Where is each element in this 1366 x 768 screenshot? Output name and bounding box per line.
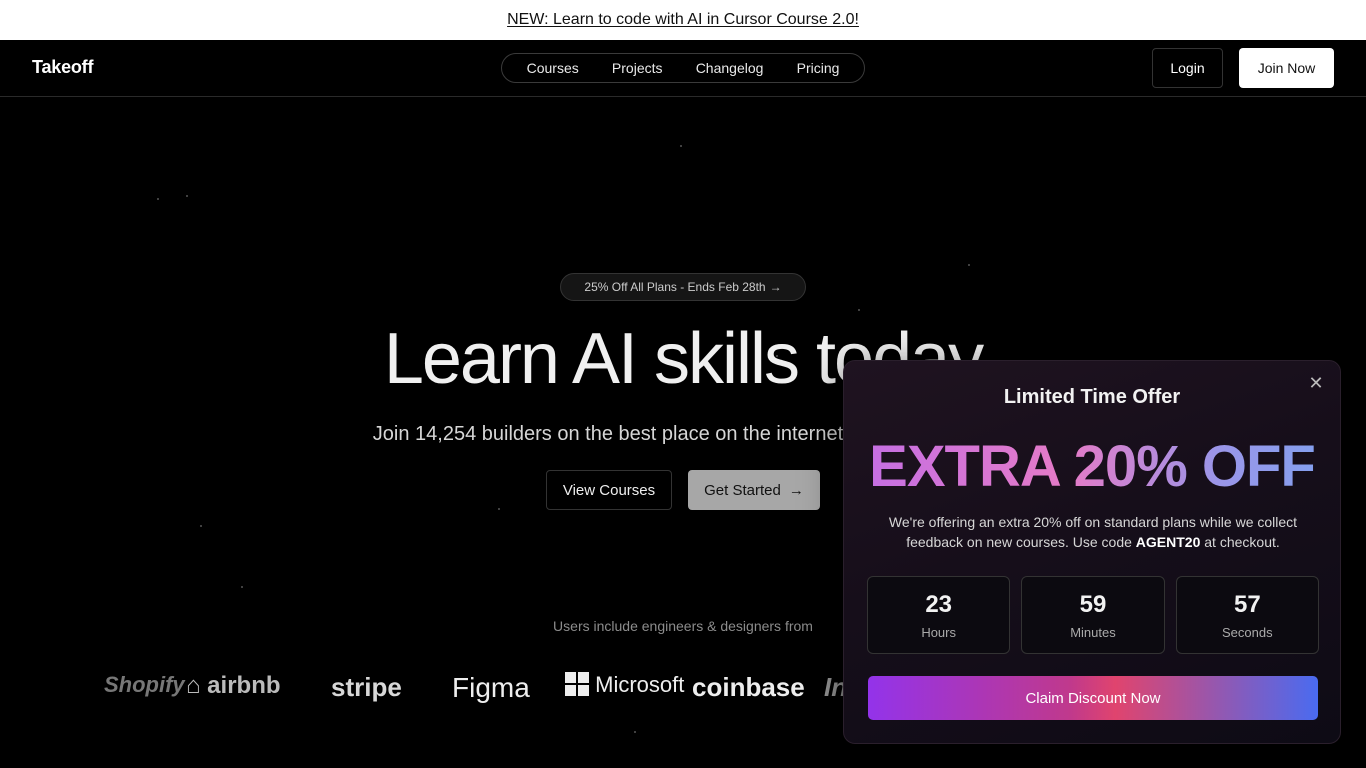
logo-airbnb: ⌂ airbnb <box>186 672 281 699</box>
arrow-right-icon: → <box>769 280 782 294</box>
nav-link-projects[interactable]: Projects <box>612 60 663 76</box>
promo-text: 25% Off All Plans - Ends Feb 28th <box>584 280 766 294</box>
get-started-label: Get Started <box>704 481 781 499</box>
logo-microsoft: Microsoft <box>565 672 684 698</box>
login-button[interactable]: Login <box>1152 48 1223 88</box>
nav-links: Courses Projects Changelog Pricing <box>501 53 865 83</box>
offer-title: Limited Time Offer <box>1003 386 1181 408</box>
nav-link-pricing[interactable]: Pricing <box>797 60 840 76</box>
offer-headline: EXTRA 20% OFF <box>844 433 1340 500</box>
microsoft-grid-icon <box>565 672 589 696</box>
logo-stripe: stripe <box>331 672 402 702</box>
announcement-bar: NEW: Learn to code with AI in Cursor Cou… <box>0 0 1366 40</box>
get-started-button[interactable]: Get Started → <box>688 470 820 510</box>
logo-figma: Figma <box>452 672 530 703</box>
timer-minutes: 59 Minutes <box>1021 576 1165 654</box>
discount-code: AGENT20 <box>1135 534 1201 550</box>
logo-coinbase: coinbase <box>692 672 805 702</box>
claim-discount-button[interactable]: Claim Discount Now <box>868 676 1318 720</box>
view-courses-button[interactable]: View Courses <box>546 470 672 510</box>
top-nav: Takeoff Courses Projects Changelog Prici… <box>0 40 1366 97</box>
logo-shopify: Shopify <box>104 672 185 697</box>
offer-description: We're offering an extra 20% off on stand… <box>888 514 1298 550</box>
arrow-right-icon: → <box>788 481 804 499</box>
timer-seconds: 57 Seconds <box>1175 576 1319 654</box>
promo-badge[interactable]: 25% Off All Plans - Ends Feb 28th → <box>560 273 806 301</box>
airbnb-mark-icon: ⌂ <box>186 672 208 699</box>
nav-link-changelog[interactable]: Changelog <box>696 60 764 76</box>
limited-offer-modal: ✕ Limited Time Offer EXTRA 20% OFF We're… <box>843 360 1341 744</box>
timer-hours: 23 Hours <box>867 576 1011 654</box>
countdown-timer: 23 Hours 59 Minutes 57 Seconds <box>867 576 1319 654</box>
brand-logo[interactable]: Takeoff <box>32 57 93 78</box>
join-now-button[interactable]: Join Now <box>1239 48 1334 88</box>
nav-link-courses[interactable]: Courses <box>527 60 579 76</box>
announcement-link[interactable]: NEW: Learn to code with AI in Cursor Cou… <box>507 11 859 29</box>
